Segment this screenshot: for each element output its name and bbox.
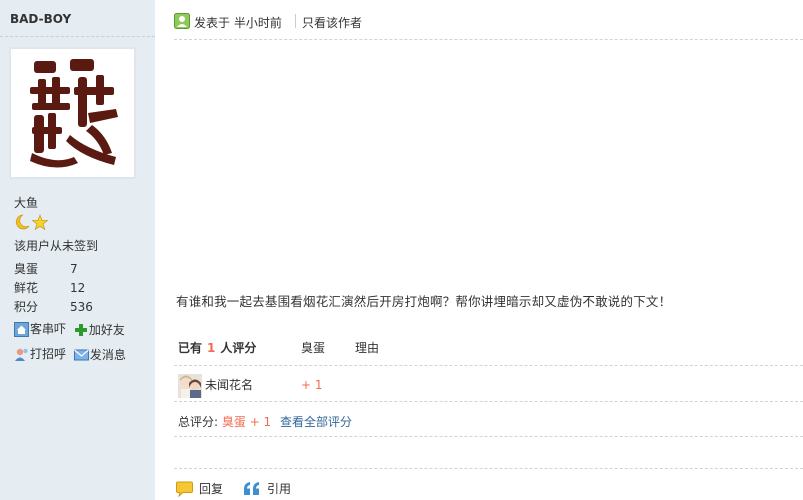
add-friend-label: 加好友 — [88, 322, 125, 337]
stat-value: 536 — [70, 300, 93, 314]
visit-label: 客串吓 — [30, 322, 67, 336]
message-button[interactable]: 发消息 — [73, 346, 126, 364]
post-actions: 回复 引用 — [176, 480, 311, 497]
greet-user-icon — [15, 348, 28, 361]
stat-row: 臭蛋 7 — [14, 260, 93, 279]
rating-prefix: 已有 — [178, 341, 203, 355]
rating-total-label: 总评分: — [178, 415, 219, 429]
sidebar-divider — [0, 36, 155, 37]
envelope-icon — [73, 349, 89, 360]
meta-divider — [295, 14, 296, 28]
post-main: 发表于 半小时前 只看该作者 有谁和我一起去基围看烟花汇演然后开房打炮啊？帮你讲… — [174, 0, 803, 500]
rating-summary: 已有 1 人评分 — [178, 330, 256, 366]
author-nickname: 大鱼 — [14, 196, 39, 210]
reply-label: 回复 — [199, 482, 224, 496]
rating-total-row: 总评分: 臭蛋 + 1 查看全部评分 — [174, 402, 803, 437]
signin-status: 该用户从未签到 — [14, 239, 99, 253]
greet-label: 打招呼 — [30, 347, 67, 361]
rating-table: 已有 1 人评分 臭蛋 理由 未闻花名 + 1 总评分: 臭蛋 + 1 查看全部… — [174, 330, 803, 437]
avatar-calligraphy-image — [30, 59, 118, 168]
author-stats: 臭蛋 7 鲜花 12 积分 536 — [14, 260, 93, 317]
stat-row: 积分 536 — [14, 298, 93, 317]
footer-divider — [174, 468, 803, 469]
rating-count: 1 — [207, 341, 216, 355]
rater-points: + 1 — [301, 378, 323, 392]
stat-value: 7 — [70, 262, 78, 276]
rater-avatar[interactable] — [178, 374, 202, 398]
author-sidebar: BAD-BOY 大鱼 该用户从未签到 臭蛋 7 鲜花 12 积分 536 客串吓… — [0, 0, 155, 500]
message-label: 发消息 — [89, 347, 126, 362]
author-actions: 客串吓 加好友 打招呼 发消息 — [14, 320, 130, 370]
rater-name[interactable]: 未闻花名 — [205, 376, 253, 393]
rating-suffix: 人评分 — [220, 341, 257, 355]
rating-total-value: 臭蛋 + 1 — [221, 415, 272, 429]
rating-header: 已有 1 人评分 臭蛋 理由 — [174, 330, 803, 366]
rating-col-reason: 理由 — [355, 341, 380, 355]
plus-icon — [74, 323, 87, 336]
stat-label: 鲜花 — [14, 281, 39, 295]
post-timestamp: 发表于 半小时前 — [194, 14, 282, 31]
online-user-icon — [174, 13, 190, 29]
moon-star-icon — [15, 213, 49, 231]
post-meta-bar: 发表于 半小时前 只看该作者 — [174, 0, 803, 40]
author-username[interactable]: BAD-BOY — [10, 12, 71, 26]
rating-total: 总评分: 臭蛋 + 1 — [178, 413, 271, 430]
post-content: 有谁和我一起去基围看烟花汇演然后开房打炮啊？帮你讲埋暗示却又虚伪不敢说的下文！ — [176, 294, 672, 309]
quote-label: 引用 — [267, 482, 292, 496]
stat-label: 臭蛋 — [14, 262, 39, 276]
rating-row: 未闻花名 + 1 — [174, 366, 803, 402]
quote-button[interactable]: 引用 — [243, 480, 291, 497]
posted-label: 发表于 — [194, 16, 231, 30]
view-all-ratings-link[interactable]: 查看全部评分 — [280, 413, 352, 430]
rating-col-item: 臭蛋 — [301, 341, 326, 355]
stat-value: 12 — [70, 281, 86, 295]
only-author-link[interactable]: 只看该作者 — [302, 14, 362, 31]
avatar[interactable] — [10, 48, 135, 178]
visit-button[interactable]: 客串吓 — [14, 320, 66, 338]
reply-button[interactable]: 回复 — [176, 480, 223, 497]
greet-button[interactable]: 打招呼 — [14, 345, 66, 363]
add-friend-button[interactable]: 加好友 — [74, 321, 125, 339]
reply-bubble-icon — [176, 481, 193, 497]
stat-row: 鲜花 12 — [14, 279, 93, 298]
posted-time: 半小时前 — [233, 16, 282, 30]
medal-list — [14, 213, 50, 231]
home-icon — [14, 321, 29, 337]
stat-label: 积分 — [14, 300, 39, 314]
quote-icon — [244, 481, 260, 495]
